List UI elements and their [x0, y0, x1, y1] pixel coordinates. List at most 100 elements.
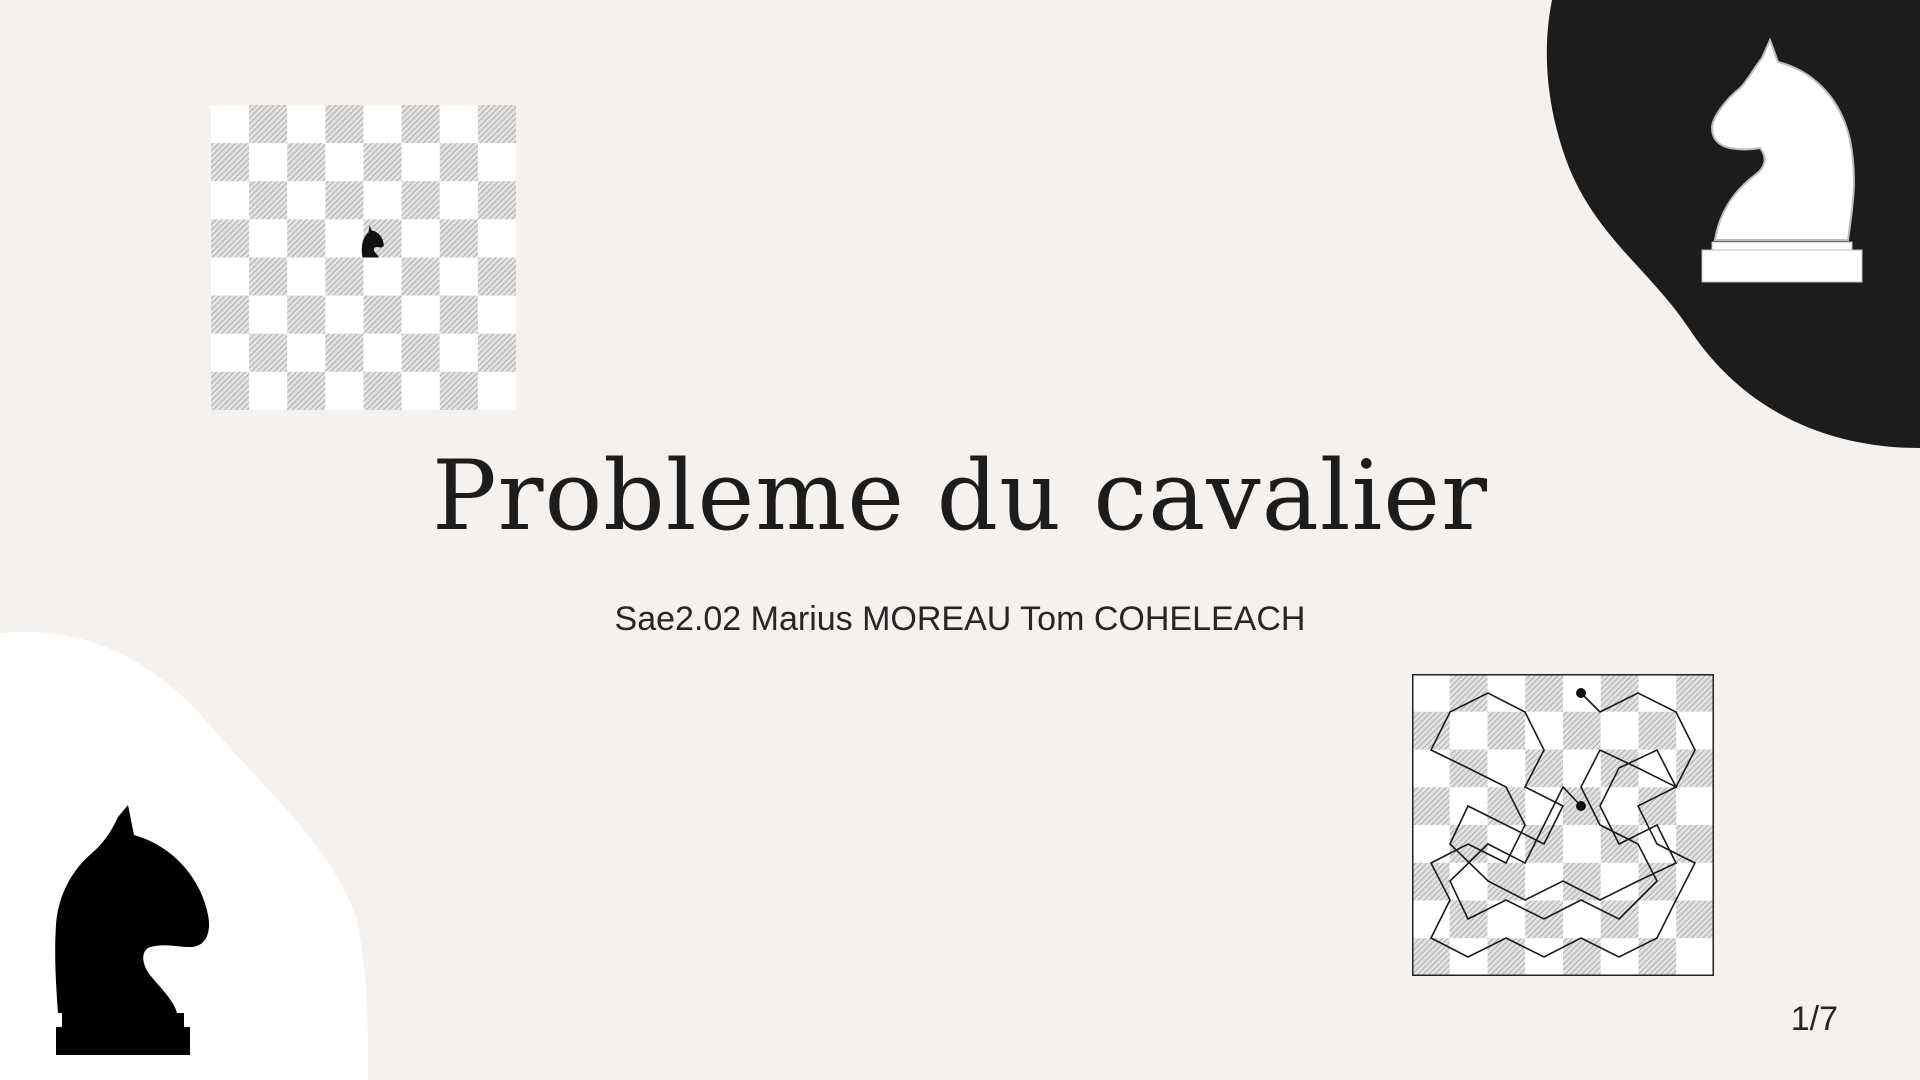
top-right-dark-blob — [1546, 0, 1920, 448]
board-square — [287, 371, 326, 410]
board-square — [1600, 862, 1639, 901]
board-square — [1525, 749, 1563, 788]
board-square — [477, 333, 516, 372]
slide-subtitle: Sae2.02 Marius MOREAU Tom COHELEACH — [614, 600, 1306, 638]
board-square — [1525, 862, 1563, 901]
board-square — [1487, 711, 1526, 750]
board-square — [211, 143, 250, 182]
board-square — [1638, 749, 1677, 788]
board-square — [1449, 862, 1488, 901]
board-square — [325, 219, 364, 258]
board-square — [439, 105, 478, 144]
board-square — [325, 181, 364, 220]
page-number: 1/7 — [1790, 1000, 1838, 1038]
board-square — [249, 333, 288, 372]
board-square — [1412, 674, 1450, 712]
bottom-left-white-blob — [0, 631, 368, 1080]
board-square — [401, 181, 440, 220]
board-square — [401, 257, 440, 296]
board-square — [1525, 787, 1563, 825]
board-square — [287, 257, 326, 296]
tour-end-dot — [1576, 801, 1586, 811]
board-square — [1449, 674, 1488, 712]
board-square — [1412, 711, 1450, 750]
board-square — [211, 371, 250, 410]
board-square — [1638, 711, 1677, 750]
board-square — [211, 257, 250, 296]
board-square — [363, 257, 402, 296]
board-square — [1676, 711, 1714, 750]
board-square — [287, 295, 326, 334]
board-square — [477, 105, 516, 144]
board-square — [249, 295, 288, 334]
board-square — [1563, 862, 1601, 901]
board-square — [401, 371, 440, 410]
board-square — [287, 181, 326, 220]
board-square — [1487, 749, 1526, 788]
board-square — [363, 181, 402, 220]
board-square — [1525, 674, 1563, 712]
board-square — [325, 333, 364, 372]
board-square — [363, 105, 402, 144]
board-square — [477, 143, 516, 182]
board-square — [363, 333, 402, 372]
board-square — [211, 295, 250, 334]
knights-tour-board — [1412, 674, 1714, 976]
board-square — [325, 257, 364, 296]
slide-title: Probleme du cavalier — [432, 440, 1488, 552]
board-square — [477, 181, 516, 220]
board-square — [363, 371, 402, 410]
board-square — [1412, 787, 1450, 825]
board-square — [439, 371, 478, 410]
board-square — [477, 295, 516, 334]
board-square — [1676, 900, 1714, 939]
board-square — [1487, 674, 1526, 712]
board-square — [363, 295, 402, 334]
board-square — [1412, 862, 1450, 901]
board-square — [1676, 674, 1714, 712]
board-square — [211, 333, 250, 372]
board-square — [287, 105, 326, 144]
board-square — [401, 219, 440, 258]
board-square — [439, 333, 478, 372]
chessboard-with-knight — [211, 105, 516, 410]
board-square — [439, 219, 478, 258]
board-square — [1676, 862, 1714, 901]
board-square — [363, 143, 402, 182]
board-square — [325, 105, 364, 144]
board-square — [1600, 711, 1639, 750]
board-square — [249, 143, 288, 182]
board-square — [1676, 749, 1714, 788]
board-square — [1525, 711, 1563, 750]
board-square — [1600, 674, 1639, 712]
board-square — [1487, 862, 1526, 901]
board-square — [287, 333, 326, 372]
board-square — [1449, 711, 1488, 750]
board-square — [401, 295, 440, 334]
board-square — [287, 219, 326, 258]
board-square — [1563, 711, 1601, 750]
board-square — [477, 371, 516, 410]
board-square — [477, 257, 516, 296]
board-square — [477, 219, 516, 258]
board-square — [1638, 674, 1677, 712]
board-square — [1563, 749, 1601, 788]
board-square — [439, 295, 478, 334]
board-square — [439, 181, 478, 220]
board-square — [1412, 749, 1450, 788]
board-square — [211, 181, 250, 220]
board-square — [1638, 900, 1677, 939]
board-square — [401, 333, 440, 372]
board-square — [325, 295, 364, 334]
board-square — [325, 371, 364, 410]
board-square — [439, 143, 478, 182]
board-square — [249, 219, 288, 258]
board-square — [439, 257, 478, 296]
slide: Probleme du cavalier Sae2.02 Marius MORE… — [0, 0, 1920, 1080]
board-square — [249, 105, 288, 144]
board-square — [211, 105, 250, 144]
board-square — [249, 257, 288, 296]
board-square — [1563, 825, 1601, 863]
board-square — [1676, 787, 1714, 825]
board-square — [401, 105, 440, 144]
